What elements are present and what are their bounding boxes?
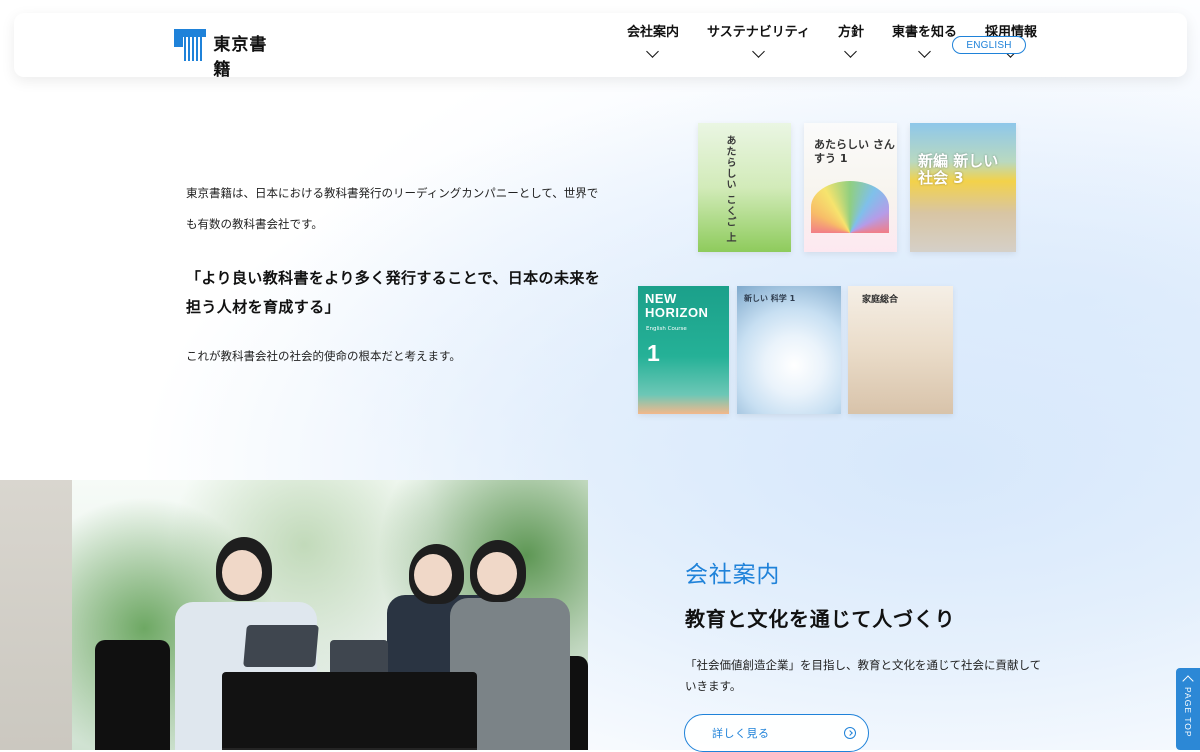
site-header: 東京書籍 会社案内 サステナビリティ 方針 東書を知る 採用情報 ENGLISH	[14, 13, 1187, 79]
company-title: 教育と文化を通じて人づくり	[685, 607, 956, 631]
photo-pillar	[0, 480, 72, 750]
page-top-button[interactable]: PAGE TOP	[1176, 668, 1200, 750]
company-text: 「社会価値創造企業」を目指し、教育と文化を通じて社会に貢献していきます。	[685, 658, 1042, 694]
nav-item-policy[interactable]: 方針	[837, 25, 864, 58]
nav-label: 方針	[837, 25, 864, 40]
arrow-up-icon	[1183, 673, 1193, 683]
intro-text: 東京書籍は、日本における教科書発行のリーディングカンパニーとして、世界でも有数の…	[186, 186, 599, 232]
chevron-down-icon	[844, 44, 858, 58]
intro-section: 東京書籍は、日本における教科書発行のリーディングカンパニーとして、世界でも有数の…	[186, 178, 606, 364]
chevron-down-icon	[918, 44, 931, 58]
meeting-table	[222, 672, 477, 750]
nav-item-about[interactable]: 東書を知る	[891, 25, 957, 58]
chevron-down-icon	[752, 44, 765, 58]
person-face	[414, 554, 452, 596]
team-photo	[0, 480, 588, 750]
chevron-down-icon	[646, 44, 660, 58]
nav-label: 東書を知る	[891, 25, 957, 40]
logo[interactable]: 東京書籍	[174, 29, 284, 79]
details-button-label: 詳しく見る	[712, 727, 770, 740]
laptop	[243, 625, 319, 667]
page-top-label: PAGE TOP	[1183, 687, 1193, 738]
company-section: 会社案内 教育と文化を通じて人づくり 「社会価値創造企業」を目指し、教育と文化を…	[685, 555, 1045, 698]
nav-label: 会社案内	[626, 25, 679, 40]
english-button[interactable]: ENGLISH	[952, 36, 1026, 54]
nav-label: サステナビリティ	[706, 25, 810, 40]
chair	[95, 640, 170, 750]
details-button[interactable]: 詳しく見る	[684, 714, 869, 752]
intro-text-2: これが教科書会社の社会的使命の根本だと考えます。	[186, 348, 461, 363]
arrow-circle-icon	[844, 727, 856, 739]
intro-quote: 「より良い教科書をより多く発行することで、日本の未来を担う人材を育成する」	[186, 269, 601, 317]
company-heading: 会社案内	[685, 562, 781, 588]
logo-text: 東京書籍	[213, 35, 268, 79]
person-face	[222, 550, 262, 595]
logo-mark-icon	[174, 29, 207, 63]
nav-item-company[interactable]: 会社案内	[626, 25, 679, 58]
person-face	[477, 552, 517, 595]
nav-item-sustainability[interactable]: サステナビリティ	[706, 25, 810, 58]
